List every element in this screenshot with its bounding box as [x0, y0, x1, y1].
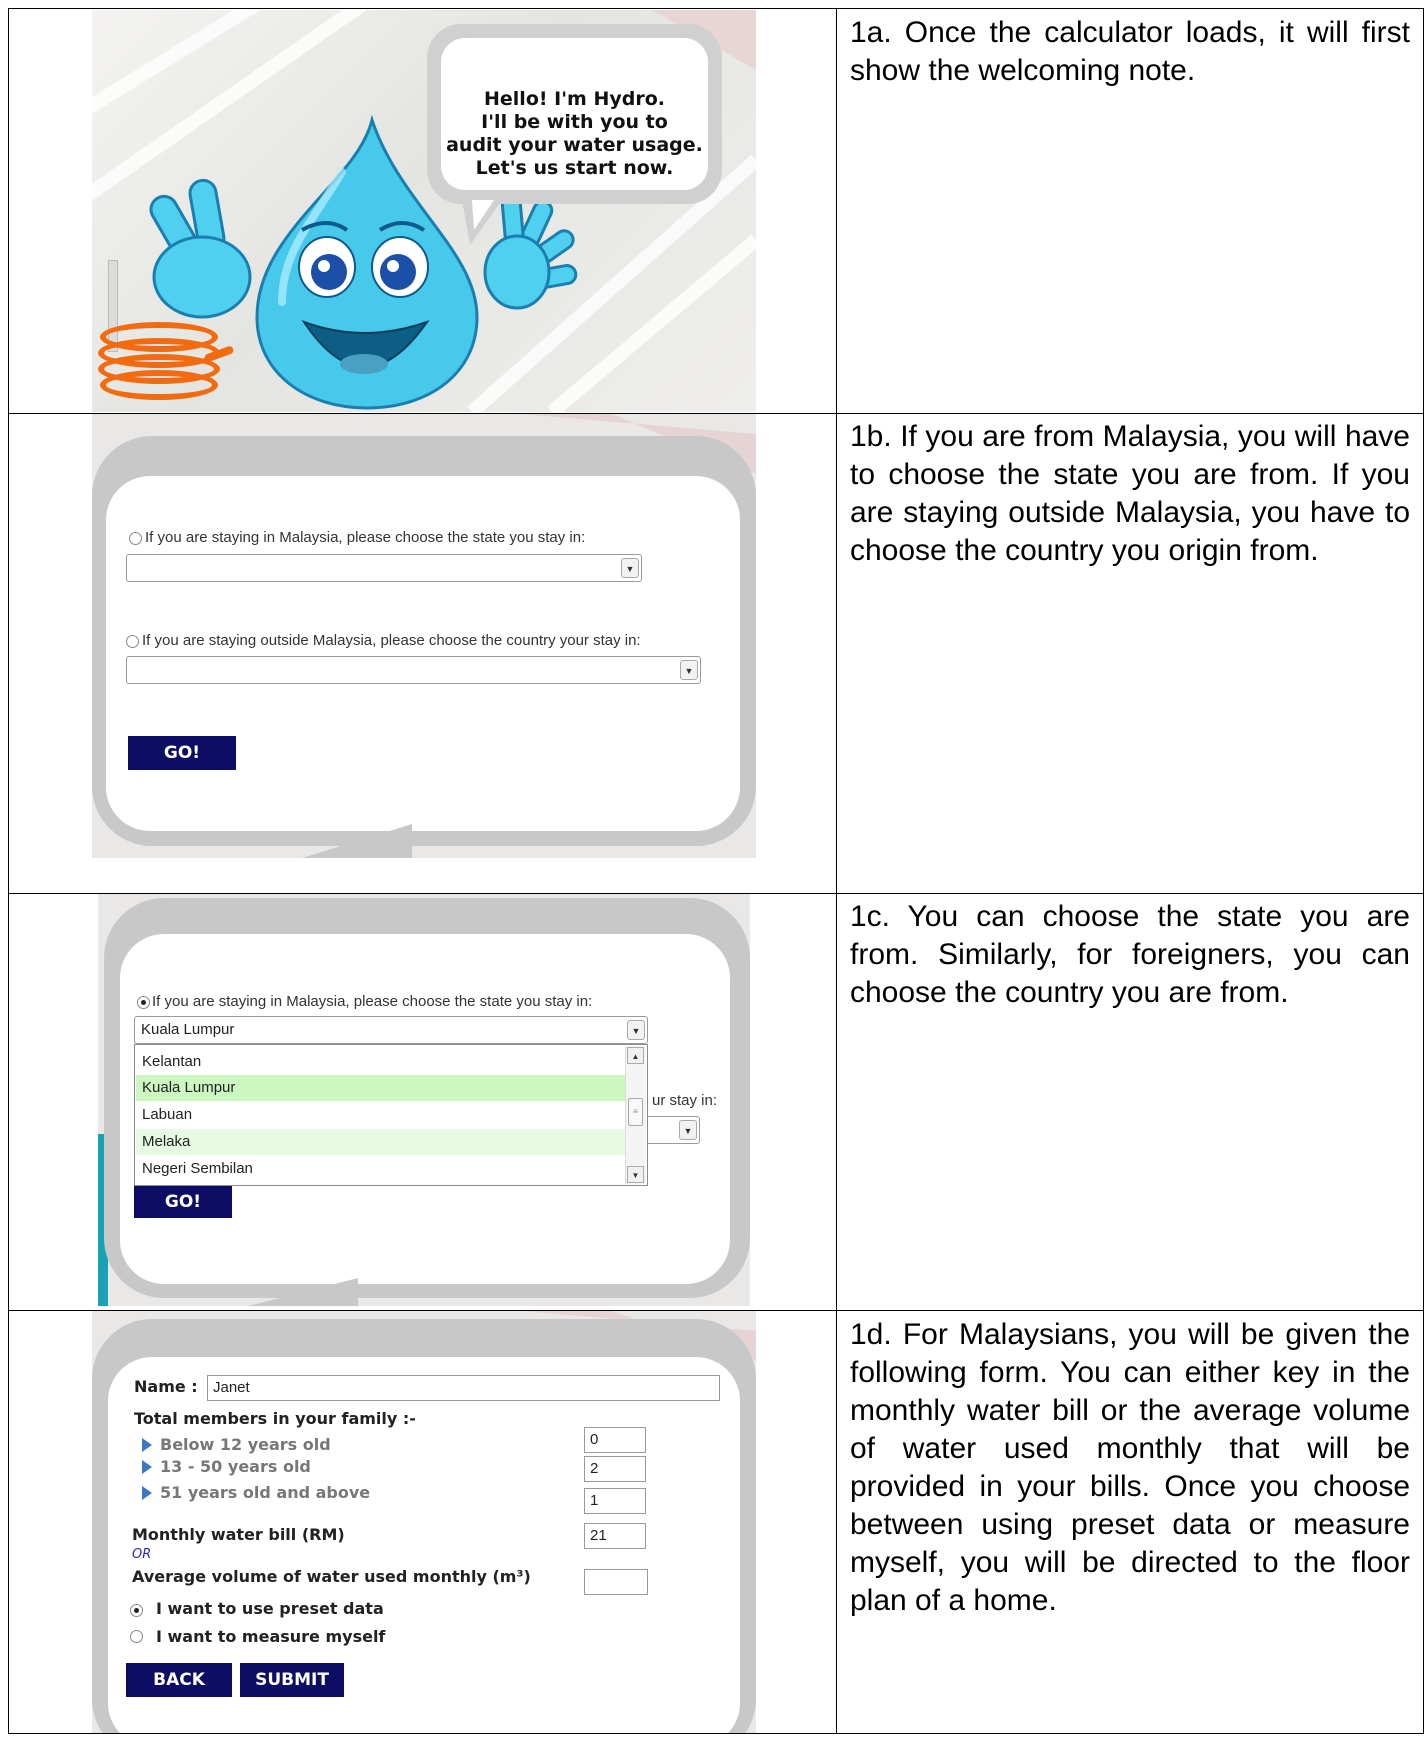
welcome-line: audit your water usage.	[446, 134, 703, 156]
measure-myself-label: I want to measure myself	[156, 1627, 386, 1646]
family-label: Total members in your family :-	[134, 1409, 416, 1428]
location-form-screenshot: If you are staying in Malaysia, please c…	[92, 414, 756, 858]
age-group-input[interactable]: 1	[584, 1488, 646, 1514]
age-group-input[interactable]: 2	[584, 1456, 646, 1482]
malaysia-radio[interactable]	[137, 996, 150, 1009]
bullet-arrow-icon	[142, 1438, 152, 1452]
preset-data-label: I want to use preset data	[156, 1599, 384, 1618]
outside-label: If you are staying outside Malaysia, ple…	[142, 632, 641, 649]
country-select[interactable]: ▼	[126, 656, 701, 684]
welcome-line: Let's us start now.	[475, 157, 674, 179]
frame-tail	[248, 1278, 358, 1306]
dropdown-option[interactable]: Melaka	[136, 1129, 625, 1155]
chevron-down-icon[interactable]: ▼	[679, 1120, 697, 1140]
dropdown-option[interactable]: Kelantan	[136, 1049, 625, 1075]
bubble-tail	[462, 200, 502, 245]
volume-label: Average volume of water used monthly (m³…	[132, 1567, 531, 1586]
dropdown-scrollbar[interactable]: ▲ ≡ ▼	[625, 1046, 646, 1184]
chevron-down-icon[interactable]: ▼	[680, 660, 698, 680]
welcome-line: Hello! I'm Hydro.	[484, 88, 665, 110]
bill-input[interactable]: 21	[584, 1523, 646, 1549]
column-divider	[836, 8, 837, 1734]
age-group-label: Below 12 years old	[160, 1435, 331, 1454]
welcome-screenshot: Hello! I'm Hydro. I'll be with you to au…	[92, 10, 756, 412]
malaysia-label: If you are staying in Malaysia, please c…	[152, 993, 593, 1010]
outside-label-partial: ur stay in:	[652, 1092, 718, 1109]
state-select-value: Kuala Lumpur	[141, 1021, 235, 1038]
go-button[interactable]: GO!	[128, 736, 236, 770]
welcome-line: I'll be with you to	[481, 111, 668, 133]
state-select[interactable]: Kuala Lumpur ▼	[134, 1016, 648, 1044]
volume-input[interactable]	[584, 1569, 648, 1595]
state-dropdown-screenshot: If you are staying in Malaysia, please c…	[98, 894, 750, 1306]
user-details-form-screenshot: Name : Janet Total members in your famil…	[92, 1311, 756, 1733]
chevron-down-icon[interactable]: ▼	[621, 558, 639, 578]
name-input[interactable]: Janet	[207, 1375, 720, 1401]
bullet-arrow-icon	[142, 1486, 152, 1500]
bill-label: Monthly water bill (RM)	[132, 1525, 345, 1544]
go-button[interactable]: GO!	[134, 1186, 232, 1218]
step-1c-description: 1c. You can choose the state you are fro…	[850, 900, 1410, 1009]
step-1b-description: 1b. If you are from Malaysia, you will h…	[850, 420, 1410, 567]
outside-radio[interactable]	[126, 635, 139, 648]
preset-data-radio[interactable]	[130, 1604, 143, 1617]
scroll-thumb[interactable]: ≡	[628, 1098, 643, 1126]
malaysia-label: If you are staying in Malaysia, please c…	[145, 529, 586, 546]
submit-button[interactable]: SUBMIT	[240, 1663, 344, 1697]
dropdown-option[interactable]: Labuan	[136, 1102, 625, 1128]
malaysia-radio[interactable]	[129, 532, 142, 545]
or-label: OR	[132, 1547, 152, 1562]
welcome-message: Hello! I'm Hydro. I'll be with you to au…	[441, 88, 708, 180]
scroll-down-icon[interactable]: ▼	[627, 1166, 644, 1183]
age-group-label: 51 years old and above	[160, 1483, 371, 1502]
measure-myself-radio[interactable]	[130, 1630, 143, 1643]
name-label: Name :	[134, 1377, 198, 1396]
back-button[interactable]: BACK	[126, 1663, 232, 1697]
dropdown-option[interactable]: Negeri Sembilan	[136, 1156, 625, 1182]
scroll-up-icon[interactable]: ▲	[627, 1047, 644, 1064]
age-group-label: 13 - 50 years old	[160, 1457, 311, 1476]
bullet-arrow-icon	[142, 1460, 152, 1474]
dropdown-option-selected[interactable]: Kuala Lumpur	[136, 1075, 625, 1101]
step-1a-description: 1a. Once the calculator loads, it will f…	[850, 16, 1410, 87]
state-dropdown-list[interactable]: Kelantan Kuala Lumpur Labuan Melaka Nege…	[134, 1044, 648, 1186]
step-1d-description: 1d. For Malaysians, you will be given th…	[850, 1318, 1410, 1617]
state-select[interactable]: ▼	[126, 554, 642, 582]
age-group-input[interactable]: 0	[584, 1427, 646, 1453]
frame-tail	[302, 824, 412, 858]
speech-bubble: Hello! I'm Hydro. I'll be with you to au…	[427, 24, 722, 245]
chevron-down-icon[interactable]: ▼	[627, 1020, 645, 1040]
